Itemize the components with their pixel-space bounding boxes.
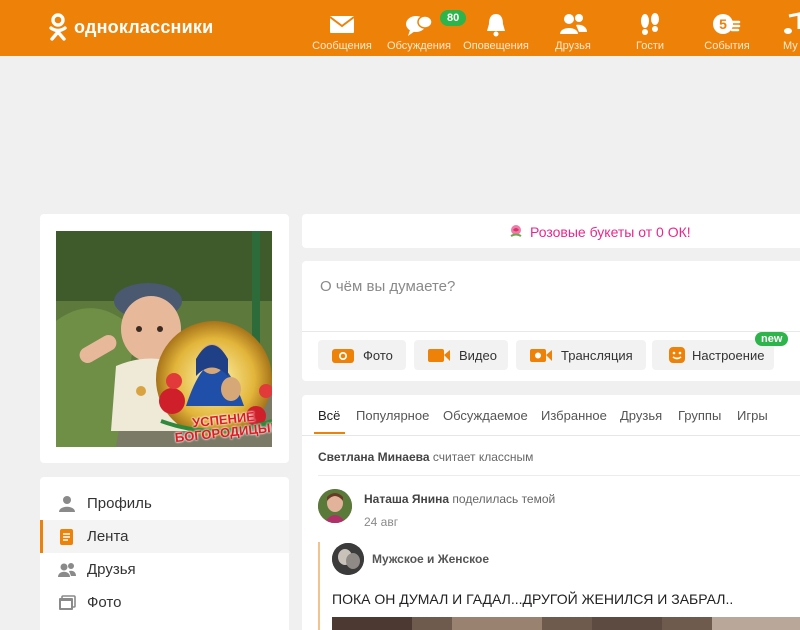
rose-icon — [510, 225, 522, 237]
friends-icon — [560, 14, 587, 34]
nav-label: Му — [783, 40, 798, 52]
post-action: поделилась темой — [452, 492, 556, 506]
post-date[interactable]: 24 авг — [364, 515, 398, 529]
tab-groups[interactable]: Группы — [678, 408, 721, 423]
menu-item-friends[interactable]: Друзья — [40, 553, 289, 586]
music-note-icon — [784, 12, 800, 34]
events-icon: 5 — [713, 14, 741, 34]
nav-discussions[interactable]: Обсуждения — [380, 0, 458, 56]
nav-guests[interactable]: Гости — [611, 0, 689, 56]
tab-all[interactable]: Всё — [318, 408, 340, 423]
left-menu: Профиль Лента Друзья Фото — [40, 477, 289, 630]
status-input[interactable]: О чём вы думаете? — [320, 278, 455, 295]
tab-games[interactable]: Игры — [737, 408, 768, 423]
nav-music[interactable]: Му — [765, 0, 800, 56]
menu-item-photo[interactable]: Фото — [40, 586, 289, 619]
nav-messages[interactable]: Сообщения — [303, 0, 381, 56]
active-tab-indicator — [314, 432, 345, 434]
ok-logo[interactable]: одноклассники — [48, 13, 213, 41]
menu-item-label: Лента — [87, 528, 129, 545]
promo-banner[interactable]: Розовые букеты от 0 ОК! — [302, 214, 800, 248]
menu-item-label: Фото — [87, 594, 122, 611]
broadcast-icon — [530, 349, 552, 362]
divider — [318, 475, 800, 476]
tab-discussed[interactable]: Обсуждаемое — [443, 408, 528, 423]
person-icon — [59, 496, 75, 512]
post-author-name[interactable]: Наташа Янина — [364, 492, 449, 506]
nav-label: Оповещения — [463, 40, 529, 52]
shared-indicator — [318, 542, 320, 630]
post-author-avatar[interactable] — [318, 489, 352, 523]
like-notice: Светлана Минаева считает классным — [318, 450, 533, 464]
photo-icon — [59, 595, 76, 610]
group-photo — [332, 543, 364, 575]
video-button-label: Видео — [459, 348, 497, 363]
divider — [302, 331, 800, 332]
photo-button[interactable]: Фото — [318, 340, 406, 370]
brand-name: одноклассники — [74, 16, 214, 37]
menu-item-profile[interactable]: Профиль — [40, 487, 289, 520]
video-icon — [428, 349, 450, 362]
menu-item-feed[interactable]: Лента — [40, 520, 289, 553]
photo-button-label: Фото — [363, 348, 393, 363]
feed: Всё Популярное Обсуждаемое Избранное Дру… — [302, 395, 800, 630]
nav-label: События — [704, 40, 750, 52]
group-avatar[interactable] — [332, 543, 364, 575]
tab-friends[interactable]: Друзья — [620, 408, 662, 423]
post-composer: О чём вы думаете? Фото Видео Трансляция — [302, 261, 800, 381]
events-count: 5 — [719, 16, 727, 32]
avatar[interactable]: УСПЕНИЕ БОГОРОДИЦЫ! — [56, 231, 272, 447]
menu-item-label: Друзья — [87, 561, 136, 578]
author-photo — [318, 489, 352, 523]
broadcast-button[interactable]: Трансляция — [516, 340, 646, 370]
friends-icon — [58, 563, 76, 577]
ok-logo-icon — [49, 13, 67, 41]
bell-icon — [487, 14, 505, 37]
envelope-icon — [329, 16, 355, 33]
divider — [302, 435, 800, 436]
nav-friends[interactable]: Друзья — [534, 0, 612, 56]
top-bar: одноклассники Сообщения Обсуждения 80 Оп… — [0, 0, 800, 56]
feed-icon — [60, 529, 73, 545]
tab-favorites[interactable]: Избранное — [541, 408, 607, 423]
menu-item-label: Профиль — [87, 495, 152, 512]
nav-label: Сообщения — [312, 40, 372, 52]
video-button[interactable]: Видео — [414, 340, 508, 370]
chat-bubbles-icon — [406, 15, 433, 36]
smiley-icon — [669, 347, 685, 363]
nav-label: Гости — [635, 40, 665, 52]
mood-button-label: Настроение — [692, 348, 765, 363]
post-image-content — [332, 617, 800, 630]
new-badge: new — [755, 332, 789, 346]
post-header: Наташа Янина поделилась темой — [364, 492, 555, 506]
nav-label: Обсуждения — [387, 40, 451, 52]
tab-popular[interactable]: Популярное — [356, 408, 429, 423]
like-notice-name[interactable]: Светлана Минаева — [318, 450, 430, 464]
avatar-card: УСПЕНИЕ БОГОРОДИЦЫ! — [40, 214, 289, 463]
post-text[interactable]: ПОКА ОН ДУМАЛ И ГАДАЛ...ДРУГОЙ ЖЕНИЛСЯ И… — [332, 591, 733, 607]
nav-events[interactable]: 5 События — [688, 0, 766, 56]
post-image[interactable] — [332, 617, 800, 630]
promo-text: Розовые букеты от 0 ОК! — [530, 224, 691, 240]
nav-notifications[interactable]: Оповещения — [457, 0, 535, 56]
group-name[interactable]: Мужское и Женское — [372, 552, 489, 566]
broadcast-button-label: Трансляция — [561, 348, 633, 363]
footprints-icon — [641, 13, 659, 35]
like-notice-action: считает классным — [432, 450, 534, 464]
mood-button[interactable]: Настроение — [652, 340, 774, 370]
camera-icon — [332, 349, 354, 363]
nav-label: Друзья — [555, 40, 591, 52]
